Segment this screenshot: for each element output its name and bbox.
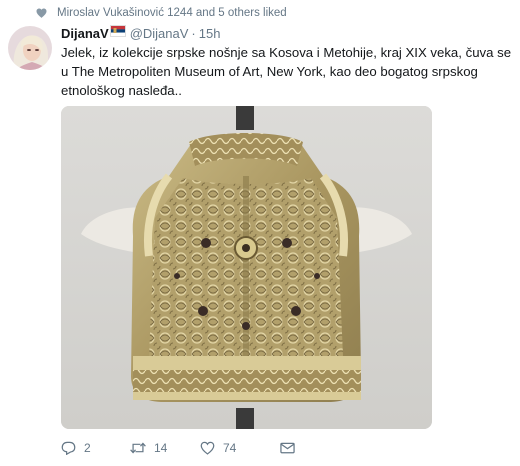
avatar[interactable] <box>8 26 52 70</box>
reply-button[interactable]: 2 <box>61 441 130 455</box>
tweet-actions: 2 14 74 <box>61 438 303 458</box>
reply-icon <box>61 441 76 455</box>
separator-dot: · <box>191 25 196 41</box>
social-context-text: Miroslav Vukašinović 1244 and 5 others l… <box>57 7 287 19</box>
reply-count: 2 <box>84 441 91 455</box>
display-name[interactable]: DijanaV <box>61 26 109 41</box>
tweet-timestamp[interactable]: 15h <box>199 26 221 41</box>
heart-outline-icon <box>200 441 215 455</box>
retweet-count: 14 <box>154 441 168 455</box>
tweet-media-photo[interactable] <box>61 106 432 429</box>
retweet-icon <box>130 442 146 454</box>
user-handle[interactable]: @DijanaV <box>130 26 189 41</box>
serbian-flag-icon <box>109 25 126 37</box>
like-button[interactable]: 74 <box>200 441 280 455</box>
heart-icon <box>36 8 47 18</box>
tweet-text: Jelek, iz kolekcije srpske nošnje sa Kos… <box>61 45 512 98</box>
social-context[interactable]: Miroslav Vukašinović 1244 and 5 others l… <box>36 6 287 20</box>
direct-message-button[interactable] <box>280 442 303 454</box>
retweet-button[interactable]: 14 <box>130 441 200 455</box>
envelope-icon <box>280 442 295 454</box>
tweet-header: DijanaV @DijanaV · 15h <box>61 25 220 41</box>
like-count: 74 <box>223 441 237 455</box>
